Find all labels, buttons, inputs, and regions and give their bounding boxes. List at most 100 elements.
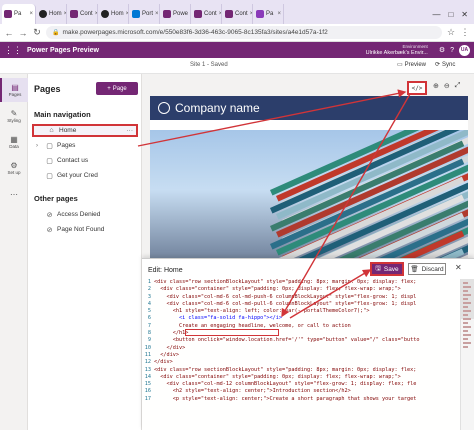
browser-tab[interactable]: Hom × bbox=[99, 4, 129, 24]
expand-icon[interactable]: ⤢ bbox=[455, 82, 461, 90]
close-editor-icon[interactable]: ✕ bbox=[455, 263, 462, 272]
maximize-icon[interactable]: □ bbox=[448, 10, 453, 19]
browser-tab[interactable]: Pa × bbox=[254, 4, 284, 24]
main-nav-heading: Main navigation bbox=[34, 110, 91, 119]
minimap-line bbox=[463, 302, 471, 304]
rail-item[interactable]: ▦ Data bbox=[0, 130, 28, 154]
environment-switcher[interactable]: Environment Ulrikke Akerbæk's Envir... bbox=[366, 44, 428, 56]
browser-tab[interactable]: Cont × bbox=[68, 4, 98, 24]
left-rail: ▤ Pages ✎ Styling ▦ Data ⚙ Set up ⋯ bbox=[0, 74, 28, 430]
settings-icon[interactable]: ⚙ bbox=[439, 46, 445, 54]
page-item-label: Page Not Found bbox=[57, 226, 105, 233]
code-line[interactable]: 14 <div class="container" style="padding… bbox=[142, 374, 460, 381]
zoom-out-icon[interactable]: ⊖ bbox=[444, 82, 450, 90]
code-text: <div class="col-md-12 columnBlockLayout"… bbox=[154, 381, 417, 388]
back-icon[interactable]: ← bbox=[4, 28, 14, 38]
code-line[interactable]: 13 <div class="row sectionBlockLayout" st… bbox=[142, 367, 460, 374]
tab-label: Powe bbox=[173, 11, 189, 17]
rail-item[interactable]: ▤ Pages bbox=[0, 78, 28, 102]
line-number: 3 bbox=[147, 293, 151, 300]
minimap-line bbox=[463, 338, 468, 340]
browser-tab[interactable]: Powe× bbox=[161, 4, 191, 24]
code-minimap[interactable] bbox=[460, 279, 474, 430]
close-tab-icon[interactable]: × bbox=[29, 11, 33, 17]
browser-tab[interactable]: Pa × bbox=[2, 4, 36, 24]
company-logo-icon bbox=[158, 102, 170, 114]
microsoft-icon bbox=[132, 10, 140, 18]
close-tab-icon[interactable]: × bbox=[95, 11, 97, 17]
code-line[interactable]: 1 <div class="row sectionBlockLayout" sty… bbox=[142, 279, 460, 286]
page-item[interactable]: ▢ Contact us bbox=[32, 154, 138, 167]
rail-item-label: Set up bbox=[7, 170, 21, 175]
code-line[interactable]: 6 <i class="fa-solid fa-hippo"></i> bbox=[142, 315, 460, 322]
browser-tab[interactable]: Cont × bbox=[192, 4, 222, 24]
chevron-right-icon[interactable]: › bbox=[36, 143, 42, 149]
page-item[interactable]: ⌂ Home ··· bbox=[32, 124, 138, 137]
browser-tab[interactable]: Port × bbox=[130, 4, 160, 24]
sync-button[interactable]: ⟳ Sync bbox=[435, 61, 456, 69]
page-item[interactable]: › ▢ Pages bbox=[32, 139, 138, 152]
close-tab-icon[interactable]: × bbox=[155, 11, 159, 17]
minimize-icon[interactable]: — bbox=[432, 10, 440, 19]
line-number: 17 bbox=[144, 395, 151, 402]
help-icon[interactable]: ? bbox=[450, 47, 454, 54]
discard-button[interactable]: 🗑 Discard bbox=[408, 263, 446, 275]
code-line[interactable]: 12 </div> bbox=[142, 359, 460, 366]
code-line[interactable]: 4 <div class="col-md-6 col-md-pull-6 col… bbox=[142, 301, 460, 308]
app-launcher-icon[interactable]: ⋮⋮ bbox=[4, 45, 22, 56]
preview-button[interactable]: ▭ Preview bbox=[397, 61, 426, 69]
add-page-button[interactable]: + Page bbox=[96, 82, 138, 95]
minimap-line bbox=[463, 282, 468, 284]
forward-icon[interactable]: → bbox=[18, 28, 28, 38]
code-area[interactable]: 1 <div class="row sectionBlockLayout" sty… bbox=[142, 279, 460, 430]
close-tab-icon[interactable]: × bbox=[250, 11, 252, 17]
page-item[interactable]: ⊘ Access Denied bbox=[32, 208, 138, 221]
close-tab-icon[interactable]: × bbox=[190, 11, 191, 17]
close-tab-icon[interactable]: × bbox=[126, 11, 128, 17]
close-tab-icon[interactable]: × bbox=[219, 11, 221, 17]
more-icon: ⋯ bbox=[10, 189, 18, 199]
code-line[interactable]: 16 <h2 style="text-align: center;">Intro… bbox=[142, 388, 460, 395]
discard-label: Discard bbox=[421, 265, 444, 273]
star-icon[interactable]: ☆ bbox=[446, 27, 456, 38]
rail-item[interactable]: ⚙ Set up bbox=[0, 156, 28, 180]
code-line[interactable]: 9 <button onclick="window.location.href=… bbox=[142, 337, 460, 344]
close-tab-icon[interactable]: × bbox=[277, 11, 281, 17]
zoom-in-icon[interactable]: ⊕ bbox=[433, 82, 439, 90]
company-name: Company name bbox=[175, 101, 260, 115]
code-text: </div> bbox=[154, 344, 186, 351]
browser-tab[interactable]: Cont × bbox=[223, 4, 253, 24]
save-label: Save bbox=[383, 265, 399, 273]
rail-item[interactable]: ⋯ bbox=[0, 182, 28, 206]
code-line[interactable]: 2 <div class="container" style="padding:… bbox=[142, 286, 460, 293]
edit-code-button[interactable]: </> bbox=[407, 81, 427, 95]
code-line[interactable]: 10 </div> bbox=[142, 345, 460, 352]
rail-item[interactable]: ✎ Styling bbox=[0, 104, 28, 128]
code-line[interactable]: 5 <h1 style="text-align: left; color: va… bbox=[142, 308, 460, 315]
minimap-line bbox=[463, 306, 468, 308]
code-line[interactable]: 15 <div class="col-md-12 columnBlockLayo… bbox=[142, 381, 460, 388]
code-line[interactable]: 17 <p style="text-align: center;">Create… bbox=[142, 396, 460, 403]
power-pages-icon bbox=[70, 10, 78, 18]
code-line[interactable]: 3 <div class="col-md-6 col-md-push-6 col… bbox=[142, 294, 460, 301]
line-number: 10 bbox=[144, 344, 151, 351]
code-text: <div class="row sectionBlockLayout" styl… bbox=[154, 366, 417, 373]
reload-icon[interactable]: ↻ bbox=[32, 27, 42, 38]
close-window-icon[interactable]: ✕ bbox=[461, 10, 468, 19]
avatar[interactable]: UA bbox=[459, 44, 470, 56]
save-button[interactable]: 🖫 Save bbox=[370, 262, 404, 276]
close-tab-icon[interactable]: × bbox=[64, 11, 66, 17]
menu-icon[interactable]: ⋮ bbox=[460, 27, 470, 38]
tab-label: Pa bbox=[266, 11, 274, 17]
power-pages-icon bbox=[225, 10, 233, 18]
code-line[interactable]: 11 </div> bbox=[142, 352, 460, 359]
page-item[interactable]: ⊘ Page Not Found bbox=[32, 223, 138, 236]
browser-tab[interactable]: Hom × bbox=[37, 4, 67, 24]
sync-label: Sync bbox=[442, 61, 456, 68]
url-input[interactable]: 🔒 make.powerpages.microsoft.com/e/550e83… bbox=[46, 26, 442, 39]
app-header: ⋮⋮ Power Pages Preview Environment Ulrik… bbox=[0, 42, 474, 58]
more-options-icon[interactable]: ··· bbox=[127, 127, 134, 134]
page-item[interactable]: ▢ Get your Cred bbox=[32, 169, 138, 182]
minimap-line bbox=[463, 290, 468, 292]
minimap-line bbox=[463, 342, 471, 344]
